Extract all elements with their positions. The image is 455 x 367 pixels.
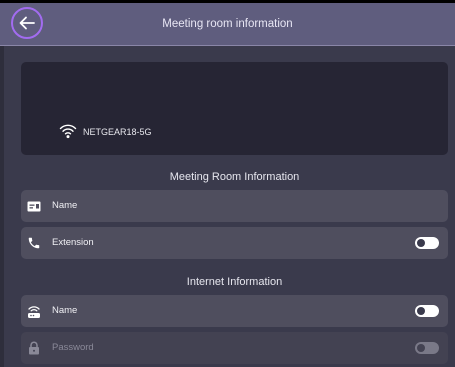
internet-name-row: Name [21, 295, 448, 327]
router-icon [26, 303, 42, 319]
page-title: Meeting room information [162, 18, 293, 30]
internet-name-label: Name [52, 305, 78, 316]
header-bar: Meeting room information [0, 3, 455, 46]
network-panel: NETGEAR18-5G [21, 62, 448, 155]
toggle-knob [417, 307, 425, 315]
lock-icon [26, 340, 42, 356]
extension-label: Extension [52, 237, 94, 248]
id-card-icon [26, 198, 42, 214]
password-toggle[interactable] [415, 342, 439, 354]
internet-name-toggle[interactable] [415, 305, 439, 317]
internet-section-title: Internet Information [186, 276, 283, 288]
password-label: Password [52, 342, 94, 353]
meeting-name-label: Name [52, 200, 78, 211]
left-edge [0, 45, 4, 367]
password-row: Password [21, 332, 448, 364]
meeting-name-row[interactable]: Name [21, 190, 448, 222]
arrow-left-icon [19, 16, 35, 30]
meeting-section-title: Meeting Room Information [169, 171, 300, 183]
toggle-knob [417, 239, 425, 247]
extension-toggle[interactable] [415, 237, 439, 249]
phone-icon [26, 235, 42, 251]
wifi-ssid: NETGEAR18-5G [83, 127, 152, 137]
toggle-knob [417, 344, 425, 352]
extension-row: Extension [21, 227, 448, 259]
wifi-icon [59, 124, 77, 139]
back-button[interactable] [11, 7, 43, 39]
